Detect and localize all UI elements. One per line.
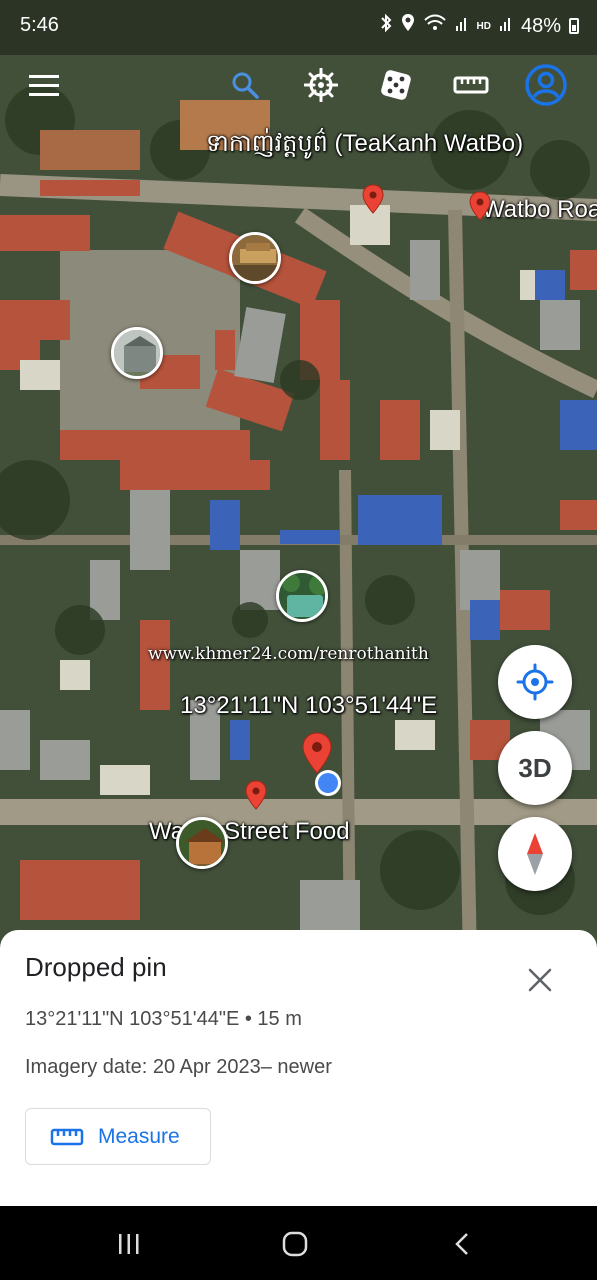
- imagery-date: Imagery date: 20 Apr 2023– newer: [25, 1056, 332, 1078]
- status-bar: 5:46 HD 48%: [0, 0, 597, 52]
- place-label-teakanh-watbo[interactable]: ទាកាញ់វត្តបូព៌ (TeaKanh WatBo): [206, 128, 523, 163]
- current-location-dot: [313, 768, 343, 803]
- search-icon[interactable]: [221, 60, 269, 110]
- hd-icon: HD: [476, 20, 491, 32]
- ruler-icon[interactable]: [447, 60, 495, 110]
- toggle-3d-button[interactable]: 3D: [498, 731, 572, 805]
- home-icon: [282, 1231, 308, 1257]
- back-icon: [455, 1233, 468, 1255]
- android-nav-bar: [0, 1206, 597, 1280]
- compass-icon: [527, 833, 543, 875]
- status-time: 5:46: [20, 14, 59, 36]
- close-button[interactable]: [522, 962, 558, 998]
- signal-icon: [499, 14, 513, 38]
- crosshair-icon: [516, 663, 554, 701]
- photo-marker[interactable]: [111, 327, 163, 379]
- ruler-icon: [50, 1128, 84, 1145]
- dropped-pin-sheet: Dropped pin 13°21'11"N 103°51'44"E • 15 …: [0, 930, 597, 1206]
- place-pin-icon[interactable]: [245, 780, 267, 815]
- account-icon[interactable]: [522, 60, 570, 110]
- measure-button[interactable]: Measure: [25, 1108, 211, 1165]
- back-button[interactable]: [437, 1224, 487, 1264]
- bluetooth-icon: [379, 13, 393, 39]
- photo-marker[interactable]: [229, 232, 281, 284]
- signal-icon: [455, 14, 469, 38]
- watermark-text: www.khmer24.com/renrothanith: [148, 644, 429, 664]
- home-button[interactable]: [270, 1224, 320, 1264]
- dice-icon[interactable]: [372, 60, 420, 110]
- satellite-map[interactable]: 5:46 HD 48% ទាកាញ់វត្តបូព៌ (TeaKanh WatB…: [0, 0, 597, 960]
- recents-icon: [119, 1234, 139, 1254]
- place-pin-icon[interactable]: [362, 184, 384, 219]
- menu-icon[interactable]: [20, 60, 68, 110]
- place-pin-icon[interactable]: [469, 191, 491, 226]
- voyager-wheel-icon[interactable]: [297, 60, 345, 110]
- sheet-title: Dropped pin: [25, 952, 167, 982]
- my-location-button[interactable]: [498, 645, 572, 719]
- road-label-watbo[interactable]: Watbo Roa: [482, 196, 597, 224]
- compass-button[interactable]: [498, 817, 572, 891]
- recent-apps-button[interactable]: [104, 1224, 154, 1264]
- wifi-icon: [423, 13, 447, 39]
- pin-coordinates: 13°21'11"N 103°51'44"E • 15 m: [25, 1008, 302, 1030]
- battery-icon: [569, 18, 579, 34]
- measure-label: Measure: [98, 1124, 180, 1148]
- earth-toolbar: [0, 60, 597, 112]
- close-icon: [528, 968, 552, 992]
- pin-coordinate-label: 13°21'11"N 103°51'44"E: [180, 692, 438, 719]
- location-icon: [401, 13, 415, 39]
- photo-marker[interactable]: [176, 817, 228, 869]
- photo-marker[interactable]: [276, 570, 328, 622]
- battery-percent: 48%: [520, 14, 561, 37]
